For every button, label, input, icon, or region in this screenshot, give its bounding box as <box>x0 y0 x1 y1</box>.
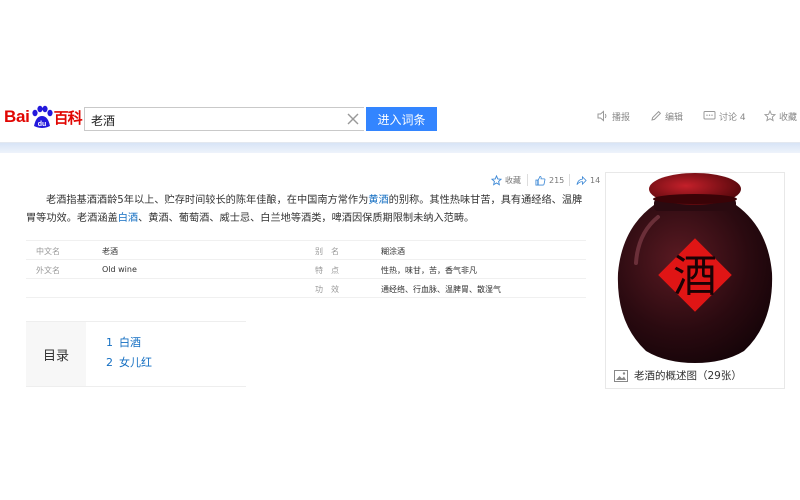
search-input[interactable]: 老酒 <box>84 107 364 131</box>
meta-divider <box>569 174 570 186</box>
search-button[interactable]: 进入词条 <box>366 107 437 131</box>
info-value: 糊涂酒 <box>381 247 405 256</box>
logo-text-latin: Bai <box>4 107 30 126</box>
header-divider <box>0 142 800 153</box>
meta-divider <box>527 174 528 186</box>
action-collect[interactable]: 收藏 <box>764 108 797 124</box>
speaker-icon <box>597 110 607 122</box>
discuss-icon <box>703 111 716 120</box>
action-label: 播报 <box>612 112 631 123</box>
wine-jar-image[interactable]: 酒 <box>606 173 784 363</box>
share-count: 14 <box>590 175 601 185</box>
clear-icon[interactable] <box>346 112 360 126</box>
info-row: 中文名 老酒 别 名 糊涂酒 <box>26 240 586 260</box>
action-label: 讨论 4 <box>719 112 746 123</box>
collect-button[interactable]: 收藏 <box>491 174 521 186</box>
summary-text: 老酒指基酒酒龄5年以上、贮存时间较长的陈年佳酿，在中国南方常作为 <box>46 195 369 206</box>
image-caption-text: 老酒的概述图（29张） <box>634 370 742 382</box>
catalog-item[interactable]: 2 女儿红 <box>106 354 152 370</box>
thumbs-up-icon <box>535 175 546 185</box>
info-name: 中文名 <box>36 247 60 256</box>
info-value: 通经络、行血脉、温脾胃、散湿气 <box>381 285 501 294</box>
star-icon <box>764 110 776 122</box>
info-name: 外文名 <box>36 266 60 275</box>
collect-label: 收藏 <box>505 175 521 185</box>
summary-image-card[interactable]: 酒 老酒的概述图（29张） <box>605 172 785 389</box>
info-row: 功 效 通经络、行血脉、温脾胃、散湿气 <box>26 279 586 298</box>
catalog-item[interactable]: 1 白酒 <box>106 334 141 350</box>
info-name: 别 名 <box>315 247 339 256</box>
catalog-item-number: 2 <box>106 356 113 369</box>
catalog-title: 目录 <box>26 322 86 386</box>
like-button[interactable]: 215 <box>535 174 564 186</box>
action-broadcast[interactable]: 播报 <box>597 108 630 124</box>
jar-character: 酒 <box>673 251 717 302</box>
catalog: 目录 1 白酒 2 女儿红 <box>26 321 246 387</box>
share-button[interactable]: 14 <box>576 174 600 186</box>
paw-logo-icon: du <box>31 105 53 128</box>
link-baijiu[interactable]: 白酒 <box>118 213 138 224</box>
info-value: 性热，味甘，苦，香气非凡 <box>381 266 477 275</box>
image-caption[interactable]: 老酒的概述图（29张） <box>614 368 742 383</box>
action-label: 编辑 <box>665 112 684 123</box>
info-row: 外文名 Old wine 特 点 性热，味甘，苦，香气非凡 <box>26 260 586 279</box>
share-icon <box>576 175 587 185</box>
lemma-summary: 老酒指基酒酒龄5年以上、贮存时间较长的陈年佳酿，在中国南方常作为黄酒的别称。其性… <box>26 192 586 228</box>
catalog-item-label: 女儿红 <box>119 356 152 369</box>
info-name: 特 点 <box>315 266 339 275</box>
link-huangjiu[interactable]: 黄酒 <box>368 195 388 206</box>
action-discuss[interactable]: 讨论 4 <box>703 108 746 124</box>
search-value[interactable]: 老酒 <box>91 112 115 129</box>
baike-logo[interactable]: Bai du 百科 <box>4 104 83 130</box>
logo-text-paw: du <box>37 121 46 128</box>
edit-icon <box>651 110 662 121</box>
info-value: 老酒 <box>102 247 118 256</box>
info-value: Old wine <box>102 265 137 274</box>
basic-info-table: 中文名 老酒 别 名 糊涂酒 外文名 Old wine 特 点 性热，味甘，苦，… <box>26 240 586 298</box>
gallery-icon <box>614 369 628 382</box>
star-icon <box>491 174 502 186</box>
catalog-item-label: 白酒 <box>119 336 141 349</box>
info-name: 功 效 <box>315 285 339 294</box>
summary-text: 、黄酒、葡萄酒、威士忌、白兰地等酒类，啤酒因保质期限制未纳入范畴。 <box>138 213 475 224</box>
like-count: 215 <box>549 175 565 185</box>
action-edit[interactable]: 编辑 <box>650 108 683 124</box>
logo-text-cn: 百科 <box>53 108 83 127</box>
catalog-item-number: 1 <box>106 336 113 349</box>
action-label: 收藏 <box>779 112 798 123</box>
